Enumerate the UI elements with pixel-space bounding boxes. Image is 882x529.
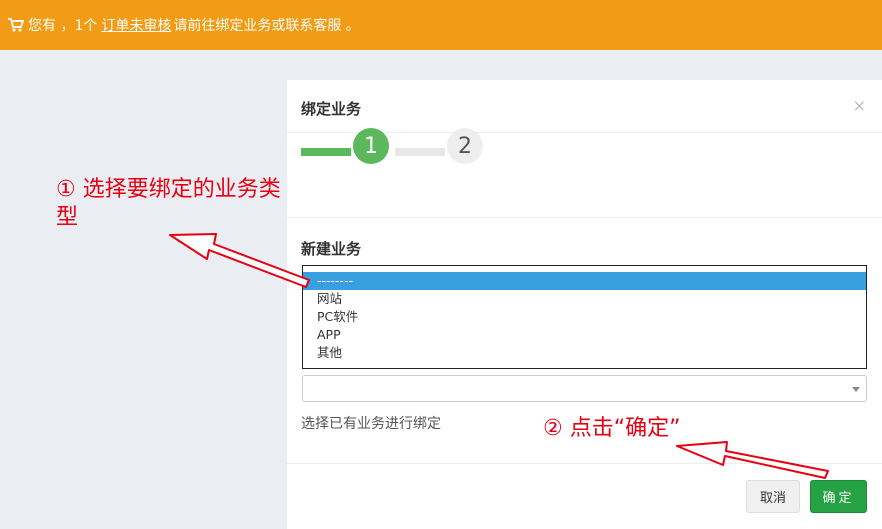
arrow-to-listbox bbox=[169, 233, 310, 288]
arrow-to-confirm bbox=[676, 441, 829, 479]
annotation-arrows bbox=[169, 233, 829, 479]
annotation-step-1: ① 选择要绑定的业务类型 bbox=[56, 177, 281, 230]
annotation-step-2: ② 点击“确定” bbox=[543, 416, 681, 441]
